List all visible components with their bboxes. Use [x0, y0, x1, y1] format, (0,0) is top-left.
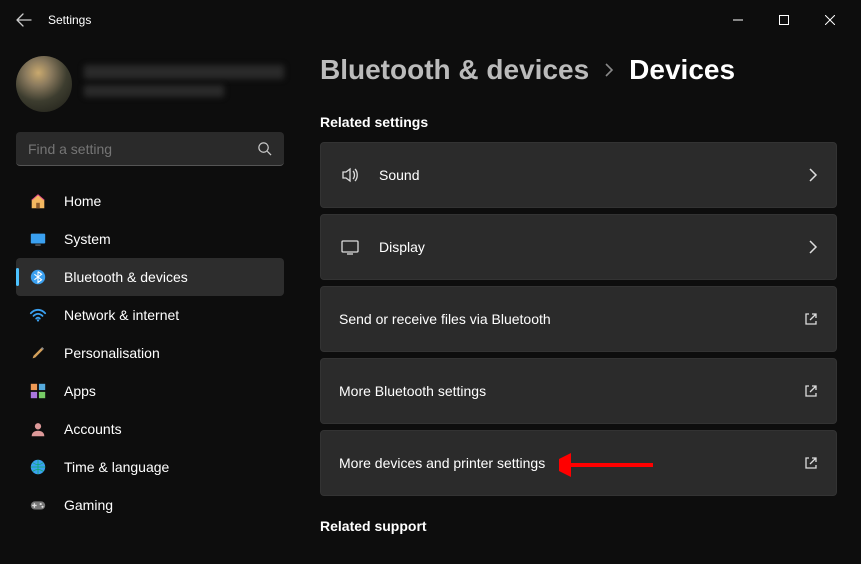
nav-personalisation[interactable]: Personalisation [16, 334, 284, 372]
accounts-icon [28, 419, 48, 439]
title-bar: Settings [0, 0, 861, 40]
display-icon [339, 237, 361, 257]
avatar [16, 56, 72, 112]
window-title: Settings [48, 13, 91, 27]
section-related-support: Related support [320, 518, 837, 534]
close-icon [825, 15, 835, 25]
system-icon [28, 229, 48, 249]
card-bluetooth-files[interactable]: Send or receive files via Bluetooth [320, 286, 837, 352]
paintbrush-icon [28, 343, 48, 363]
card-sound[interactable]: Sound [320, 142, 837, 208]
external-link-icon [804, 384, 818, 398]
breadcrumb: Bluetooth & devices Devices [320, 54, 837, 86]
nav-system-label: System [64, 231, 111, 247]
profile-text [84, 65, 284, 103]
minimize-icon [733, 15, 743, 25]
card-more-bluetooth[interactable]: More Bluetooth settings [320, 358, 837, 424]
search-input[interactable] [28, 141, 257, 157]
nav-network-label: Network & internet [64, 307, 179, 323]
clock-globe-icon [28, 457, 48, 477]
maximize-button[interactable] [761, 4, 807, 36]
nav-system[interactable]: System [16, 220, 284, 258]
card-sound-label: Sound [379, 167, 790, 183]
nav-time[interactable]: Time & language [16, 448, 284, 486]
back-button[interactable] [8, 4, 40, 36]
breadcrumb-parent[interactable]: Bluetooth & devices [320, 54, 589, 86]
section-related-settings: Related settings [320, 114, 837, 130]
apps-icon [28, 381, 48, 401]
home-icon [28, 191, 48, 211]
wifi-icon [28, 305, 48, 325]
nav-gaming[interactable]: Gaming [16, 486, 284, 524]
card-more-devices-printers[interactable]: More devices and printer settings [320, 430, 837, 496]
chevron-right-icon [603, 63, 615, 77]
nav-accounts-label: Accounts [64, 421, 122, 437]
search-box[interactable] [16, 132, 284, 166]
nav-bluetooth[interactable]: Bluetooth & devices [16, 258, 284, 296]
minimize-button[interactable] [715, 4, 761, 36]
chevron-right-icon [808, 240, 818, 254]
nav-time-label: Time & language [64, 459, 169, 475]
breadcrumb-current: Devices [629, 54, 735, 86]
bluetooth-icon [28, 267, 48, 287]
nav-home-label: Home [64, 193, 101, 209]
card-btfiles-label: Send or receive files via Bluetooth [339, 311, 786, 327]
profile-block[interactable] [16, 48, 284, 132]
external-link-icon [804, 456, 818, 470]
nav-home[interactable]: Home [16, 182, 284, 220]
nav-accounts[interactable]: Accounts [16, 410, 284, 448]
nav-network[interactable]: Network & internet [16, 296, 284, 334]
gamepad-icon [28, 495, 48, 515]
card-printers-label: More devices and printer settings [339, 455, 786, 471]
card-morebt-label: More Bluetooth settings [339, 383, 786, 399]
nav-gaming-label: Gaming [64, 497, 113, 513]
main-panel[interactable]: Bluetooth & devices Devices Related sett… [300, 40, 861, 564]
card-display[interactable]: Display [320, 214, 837, 280]
chevron-right-icon [808, 168, 818, 182]
nav-list: Home System Bluetooth & devices Network … [16, 182, 284, 524]
nav-bluetooth-label: Bluetooth & devices [64, 269, 188, 285]
arrow-left-icon [16, 12, 32, 28]
nav-apps-label: Apps [64, 383, 96, 399]
sidebar: Home System Bluetooth & devices Network … [0, 40, 300, 564]
search-icon [257, 141, 272, 156]
maximize-icon [779, 15, 789, 25]
external-link-icon [804, 312, 818, 326]
sound-icon [339, 165, 361, 185]
nav-personal-label: Personalisation [64, 345, 160, 361]
close-button[interactable] [807, 4, 853, 36]
card-display-label: Display [379, 239, 790, 255]
nav-apps[interactable]: Apps [16, 372, 284, 410]
